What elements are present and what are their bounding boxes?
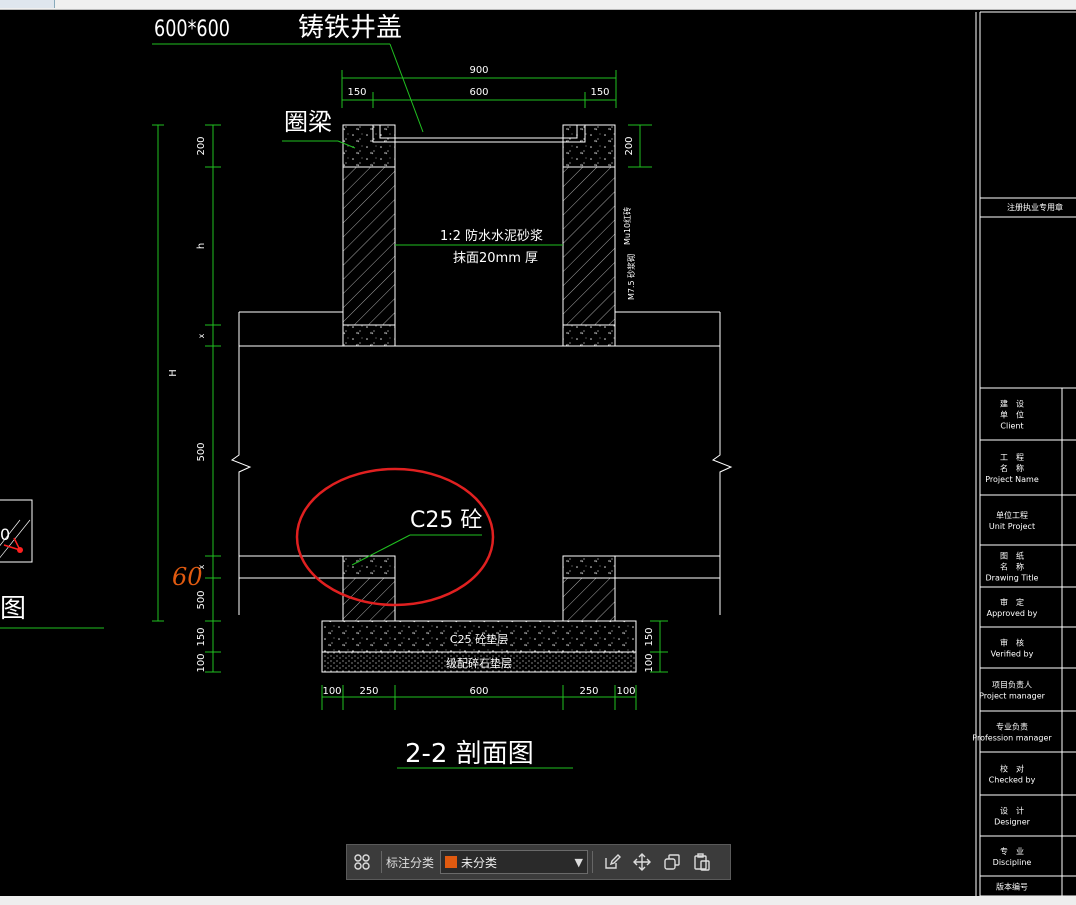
dim-top-right: 150: [590, 87, 609, 98]
dim-right-150: 150: [644, 627, 655, 646]
stamp-label: 注册执业专用章: [1007, 202, 1063, 212]
gravel-label: 级配碎石垫层: [446, 656, 512, 670]
dim-left-500a: 500: [196, 442, 207, 461]
title-block-cn-label: 专业负责: [996, 722, 1028, 732]
toolbar-separator: [381, 851, 382, 873]
dim-left-h: h: [196, 243, 207, 249]
dim-top-mid: 600: [469, 87, 488, 98]
title-block-en-label: Drawing Title: [986, 574, 1039, 583]
title-block-cn-label: 工 程: [1000, 453, 1024, 462]
category-label: 标注分类: [386, 855, 435, 870]
dim-bot-600: 600: [469, 686, 488, 697]
cad-drawing-canvas[interactable]: 注册执业专用章 建 设单 位Client工 程名 称Project Name单位…: [0, 0, 1076, 905]
toolbar-separator: [592, 851, 594, 873]
grid-icon[interactable]: [347, 847, 377, 877]
title-block-cn-label: 校 对: [1000, 764, 1024, 774]
title-block-en-label: Designer: [994, 818, 1031, 827]
dim-left-150: 150: [196, 627, 207, 646]
cushion-label: C25 砼垫层: [450, 632, 508, 646]
dim-left-x2: x: [197, 564, 206, 569]
dim-top-total: 900: [469, 65, 488, 76]
edit-icon[interactable]: [597, 847, 627, 877]
title-block-cn-label: 版本编号: [996, 882, 1028, 892]
title-block-en-label: Unit Project: [989, 522, 1035, 531]
manhole-section: [230, 124, 733, 673]
title-block-en-label: Client: [1000, 422, 1023, 431]
title-block-rows: 建 设单 位Client工 程名 称Project Name单位工程Unit P…: [972, 399, 1076, 897]
title-block-cn-label: 审 定: [1000, 597, 1024, 607]
cover-label: 铸铁井盖: [298, 13, 402, 43]
concrete-label: C25 砼: [410, 508, 482, 533]
title-block-en-label: Discipline: [993, 858, 1032, 867]
title-block-cn-label: 专 业: [1000, 846, 1024, 856]
dim-right-100: 100: [644, 653, 655, 672]
chevron-down-icon: ▼: [574, 855, 584, 869]
dim-bot-250a: 250: [359, 686, 378, 697]
dim-bot-100b: 100: [616, 686, 635, 697]
title-block-en-label: Project manager: [979, 692, 1046, 701]
left-partial-title: 图: [0, 594, 26, 624]
dim-left-100: 100: [196, 653, 207, 672]
cover-size-label: 600*600: [154, 17, 230, 42]
dim-left-x: x: [197, 333, 206, 338]
dim-left-500b: 500: [196, 590, 207, 609]
dim-bot-250b: 250: [579, 686, 598, 697]
copy-icon[interactable]: [657, 847, 687, 877]
dim-bot-100a: 100: [322, 686, 341, 697]
dim-left-H: H: [168, 369, 179, 377]
title-block-en-label: Project Name: [985, 475, 1039, 484]
title-block-cn-label: 单位工程: [996, 510, 1028, 520]
title-block-cn-label: 项目负责人: [992, 680, 1032, 690]
section-title: 2-2 剖面图: [405, 739, 534, 769]
wall-note-1: Mu10红砖: [622, 207, 632, 245]
plaster-label-line1: 1:2 防水水泥砂浆: [440, 228, 543, 244]
annotation-toolbar: 标注分类 未分类 ▼: [346, 844, 731, 880]
title-block-en-label: Checked by: [989, 776, 1036, 785]
title-block: [975, 11, 1076, 896]
dim-top-left: 150: [347, 87, 366, 98]
category-dropdown[interactable]: 未分类 ▼: [440, 850, 589, 874]
bottom-status-strip: [0, 896, 1076, 905]
paste-icon[interactable]: [687, 847, 717, 877]
category-value: 未分类: [461, 855, 498, 870]
title-block-en-label: Verified by: [991, 650, 1034, 659]
move-icon[interactable]: [627, 847, 657, 877]
title-block-en-label: Profession manager: [972, 734, 1052, 743]
title-block-cn-label: 建 设: [1000, 399, 1024, 409]
wall-note-2: M7.5 砂浆砌: [626, 254, 636, 300]
title-block-cn-label: 审 核: [1000, 638, 1024, 648]
left-partial-num: 0: [0, 525, 10, 544]
title-block-cn-label: 名 称: [1000, 463, 1024, 473]
title-block-cn-label: 图 纸: [1000, 551, 1024, 561]
title-block-cn-label: 名 称: [1000, 562, 1024, 572]
title-block-en-label: Approved by: [987, 609, 1038, 618]
plaster-label-line2: 抹面20mm 厚: [453, 251, 538, 266]
dim-left-200: 200: [196, 136, 207, 155]
title-block-cn-label: 单 位: [1000, 410, 1024, 420]
title-block-cn-label: 设 计: [1000, 806, 1024, 816]
category-color-swatch: [445, 856, 458, 868]
ring-beam-label: 圈梁: [284, 108, 332, 136]
dim-right-top: 200: [624, 136, 635, 155]
